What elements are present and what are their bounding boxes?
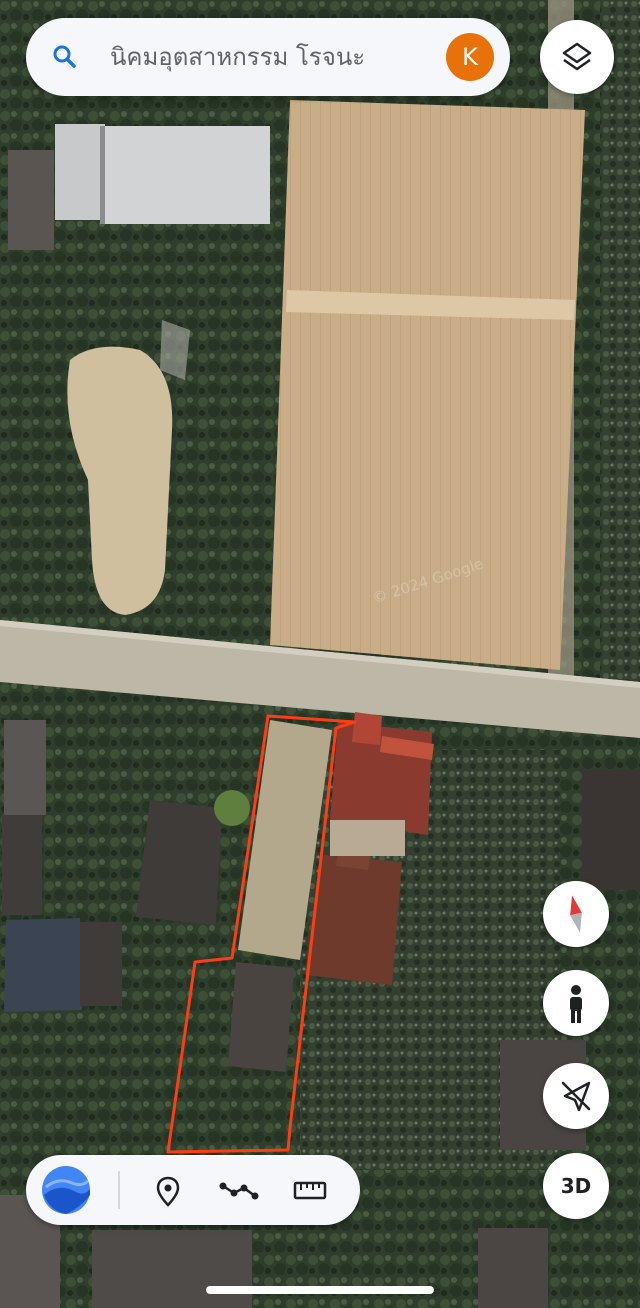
layers-button[interactable] [540, 20, 614, 94]
pin-button[interactable] [138, 1155, 198, 1225]
yard-light [330, 820, 405, 856]
roof-west-4 [4, 720, 46, 815]
warehouse-shadow [100, 126, 105, 224]
compass-icon [570, 895, 582, 933]
path-icon [219, 1182, 259, 1200]
search-input[interactable]: นิคมอุตสาหกรรม โรจนะ [110, 37, 430, 77]
field-right-strip [600, 0, 640, 690]
roof-east-1 [582, 770, 640, 890]
account-avatar[interactable]: K [446, 33, 494, 81]
google-earth-icon [42, 1166, 90, 1214]
bottom-toolbar [26, 1155, 360, 1225]
home-indicator[interactable] [206, 1286, 434, 1294]
ruler-icon [293, 1181, 327, 1200]
3d-label: 3D [560, 1174, 592, 1198]
warehouse-roof-1 [55, 124, 105, 220]
roof-plot [228, 962, 294, 1072]
pegman-icon [570, 985, 582, 1023]
warehouse-roof-2 [102, 126, 270, 224]
3d-toggle-button[interactable]: 3D [543, 1153, 609, 1219]
layers-icon [562, 42, 592, 71]
tree-green [214, 790, 250, 826]
toolbar-divider [118, 1171, 120, 1209]
shed-left [8, 150, 54, 250]
pin-icon [156, 1176, 180, 1207]
roof-west-3 [80, 922, 122, 1006]
pond-white [160, 320, 190, 380]
street-view-button[interactable] [543, 970, 609, 1036]
roof-south-2 [478, 1228, 548, 1308]
path-button[interactable] [209, 1155, 269, 1225]
roof-west-1 [136, 800, 222, 925]
search-icon[interactable] [52, 44, 78, 70]
measure-button[interactable] [280, 1155, 340, 1225]
my-location-button[interactable] [543, 1063, 609, 1129]
roof-south-1 [92, 1230, 252, 1308]
house-roof-b [352, 712, 382, 745]
roof-west-2 [4, 918, 82, 1012]
google-earth-button[interactable] [36, 1155, 96, 1225]
house-roof-a [330, 722, 432, 835]
compass-button[interactable] [543, 881, 609, 947]
roof-west-5 [2, 815, 42, 915]
search-bar[interactable]: นิคมอุตสาหกรรม โรจนะ K [26, 18, 510, 96]
location-off-icon [561, 1081, 591, 1112]
